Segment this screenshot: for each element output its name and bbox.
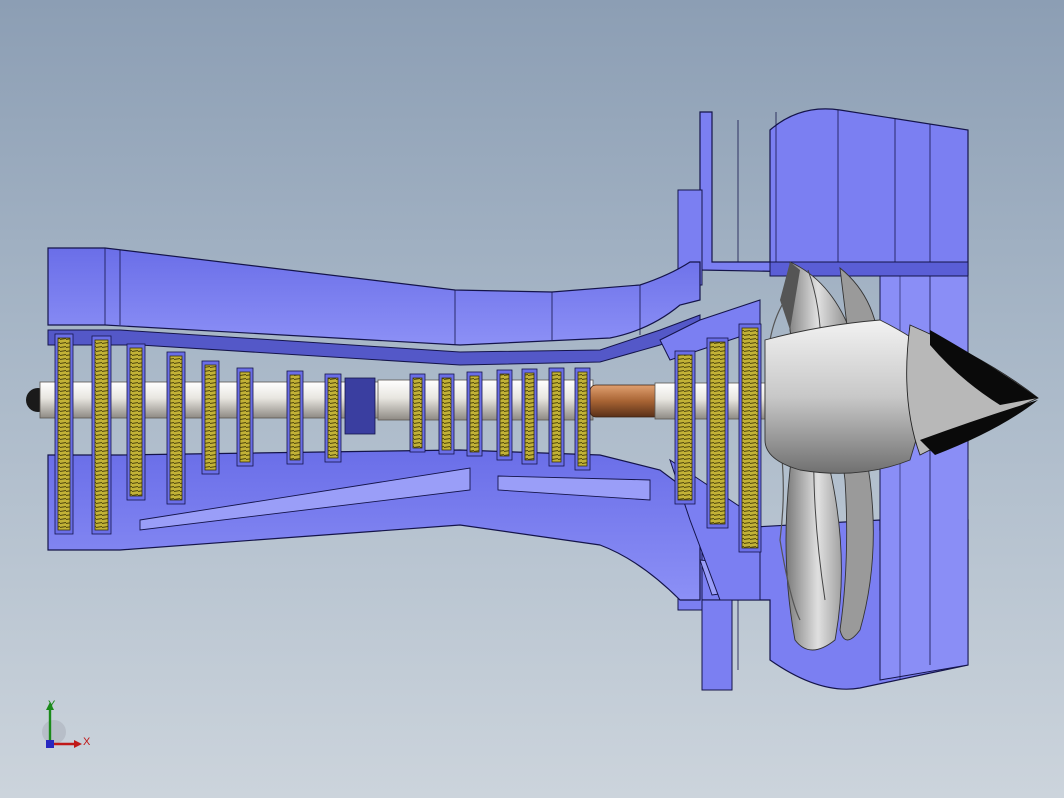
blade-row (94, 339, 109, 531)
blade-row (741, 327, 759, 549)
blade-row (577, 371, 588, 467)
blade-row (412, 377, 423, 449)
blade-row (327, 377, 339, 459)
blade-row (551, 371, 562, 463)
blade-row (677, 354, 693, 501)
blade-row (524, 372, 535, 461)
core-casing (47, 247, 761, 601)
blade-row (709, 341, 726, 525)
blade-row (499, 373, 510, 457)
y-axis-label: Y (48, 699, 56, 711)
blade-row (129, 347, 143, 497)
blade-row (441, 377, 452, 451)
cad-viewport[interactable]: Y X (0, 0, 1064, 798)
blade-row (239, 371, 251, 463)
blade-row (289, 374, 301, 461)
blade-row (204, 364, 217, 471)
nose-spinner (764, 319, 1039, 474)
blade-row (57, 337, 71, 531)
blade-row (169, 355, 183, 501)
blade-row (469, 375, 480, 453)
turbofan-section-model[interactable] (0, 0, 1064, 798)
x-axis-label: X (83, 736, 91, 748)
